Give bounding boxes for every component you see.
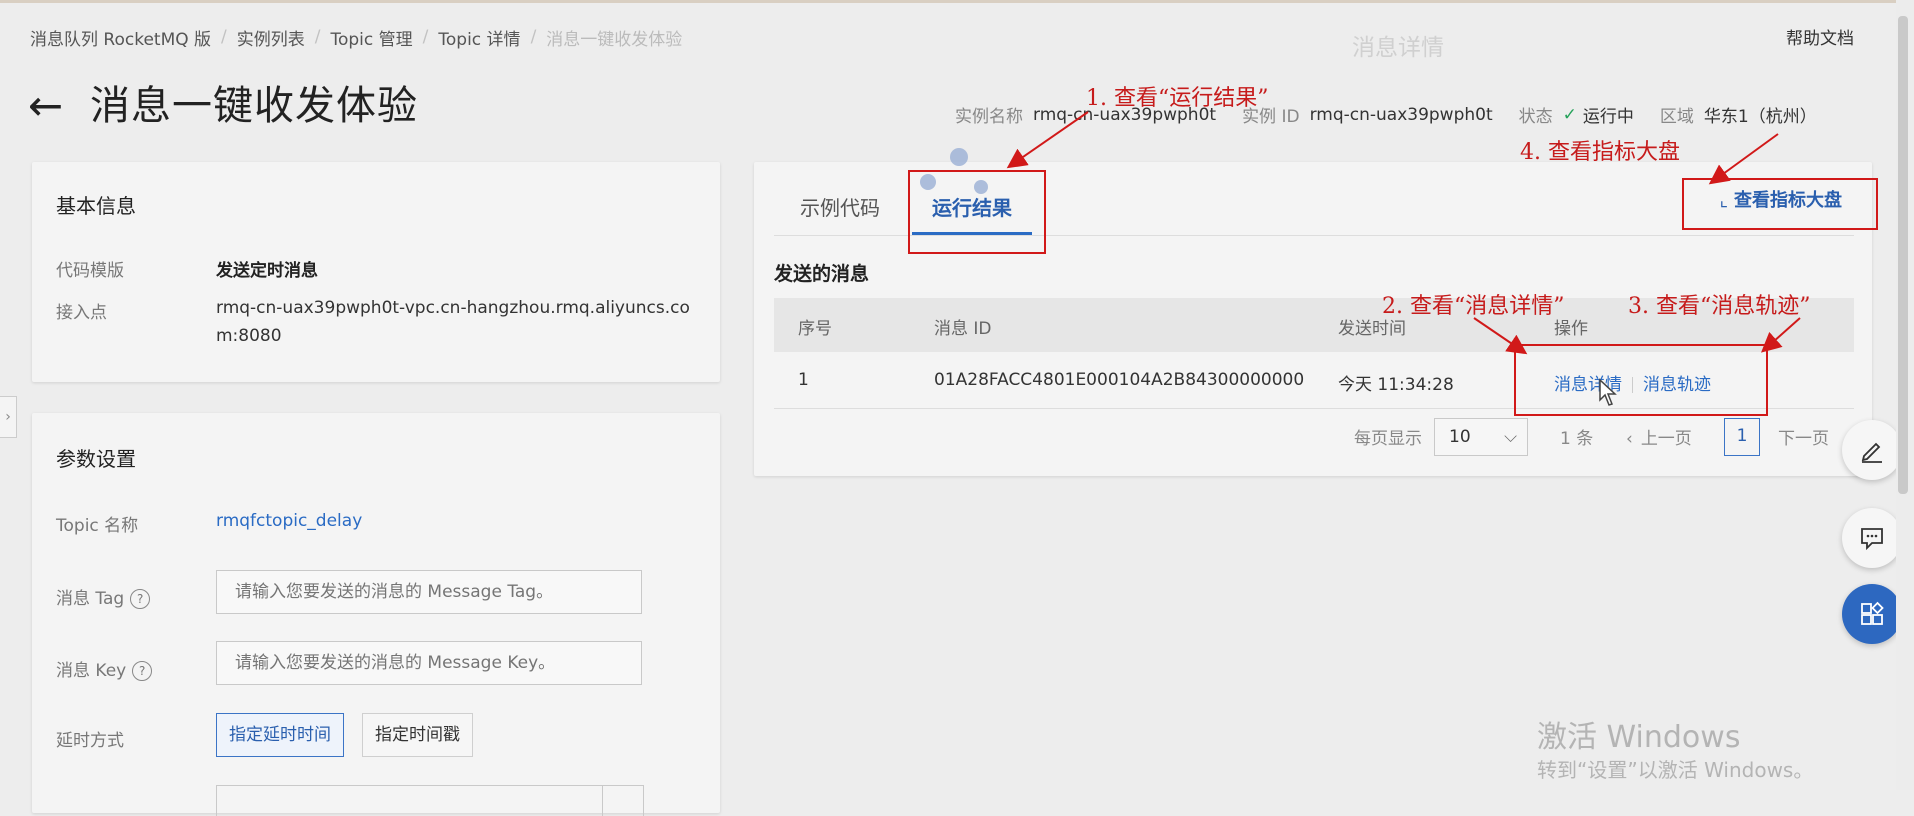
annotation-arrows <box>1006 111 1801 355</box>
chat-icon <box>1861 528 1883 551</box>
scrollbar-thumb[interactable] <box>1898 16 1908 494</box>
sidebar-expand-button[interactable]: › <box>0 396 17 438</box>
apps-float-button[interactable] <box>1842 584 1902 644</box>
feedback-float-button[interactable] <box>1842 508 1902 568</box>
edit-float-button[interactable] <box>1842 420 1902 480</box>
activation-line-2: 转到“设置”以激活 Windows。 <box>1537 758 1814 782</box>
edit-icon <box>1861 442 1882 463</box>
activation-line-1: 激活 Windows <box>1537 720 1741 755</box>
stepper-button[interactable] <box>602 786 643 816</box>
apps-icon <box>1861 601 1884 625</box>
windows-activation-watermark: 激活 Windows 转到“设置”以激活 Windows。 <box>1537 720 1813 784</box>
